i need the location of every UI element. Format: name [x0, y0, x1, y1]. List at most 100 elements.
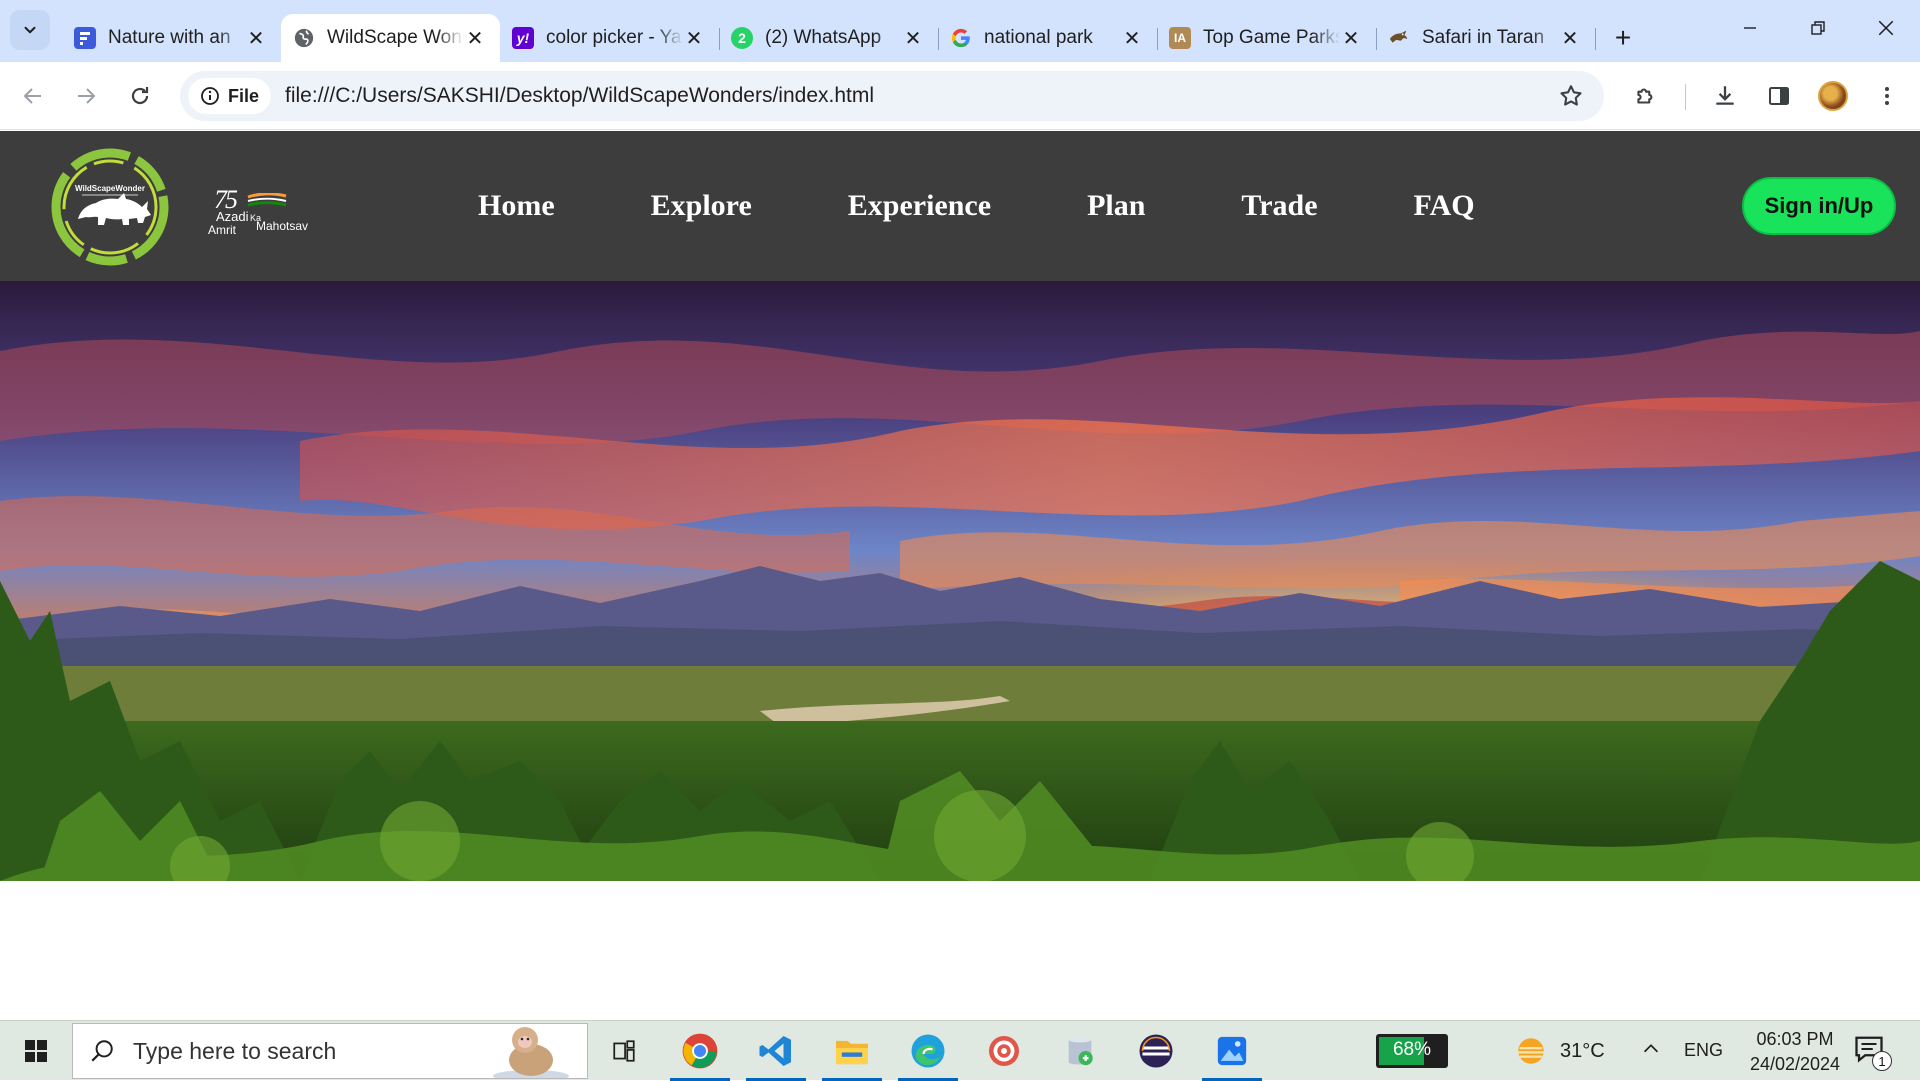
taskbar-photos[interactable]	[1196, 1021, 1268, 1081]
taskbar-app-installer[interactable]	[1044, 1021, 1116, 1081]
system-clock[interactable]: 06:03 PM 24/02/2024	[1732, 1027, 1858, 1077]
side-panel-icon	[1769, 87, 1789, 105]
notification-count: 1	[1872, 1051, 1892, 1071]
notification-center-button[interactable]: 1	[1854, 1035, 1892, 1071]
ia-icon: IA	[1169, 27, 1191, 49]
taskbar-file-explorer[interactable]	[816, 1021, 888, 1081]
sign-in-up-button[interactable]: Sign in/Up	[1742, 177, 1896, 235]
taskbar-app-target[interactable]	[968, 1021, 1040, 1081]
close-icon[interactable]: ✕	[1121, 27, 1143, 50]
close-icon[interactable]: ✕	[902, 27, 924, 50]
temperature: 31°C	[1560, 1039, 1605, 1062]
task-view-icon	[613, 1040, 635, 1062]
url-text[interactable]: file:///C:/Users/SAKSHI/Desktop/WildScap…	[285, 84, 874, 108]
input-language[interactable]: ENG	[1684, 1040, 1723, 1061]
tab-nature[interactable]: Nature with an ✕	[62, 14, 282, 62]
chevron-up-icon[interactable]	[1640, 1038, 1662, 1065]
nav-experience[interactable]: Experience	[848, 189, 991, 223]
nav-plan[interactable]: Plan	[1087, 189, 1145, 223]
restore-icon	[1811, 21, 1825, 35]
close-window-button[interactable]	[1852, 0, 1920, 56]
azadi-line3: Mahotsav	[256, 219, 309, 233]
minimize-icon	[1744, 27, 1756, 29]
bookmark-star-icon[interactable]	[1558, 83, 1584, 114]
forward-button[interactable]	[66, 76, 106, 116]
minimize-button[interactable]	[1716, 0, 1784, 56]
safari-icon	[1388, 27, 1410, 49]
tab-title: (2) WhatsApp	[765, 27, 882, 48]
tab-safari[interactable]: Safari in Taran ✕	[1376, 14, 1596, 62]
tab-list: Nature with an ✕ WildScape Wonders ✕ y! …	[62, 0, 1643, 62]
haze-sun-icon	[1514, 1034, 1548, 1068]
site-chip-label: File	[228, 85, 260, 106]
side-panel-button[interactable]	[1759, 76, 1799, 116]
weather-widget[interactable]: 31°C	[1514, 1021, 1605, 1081]
nav-explore[interactable]: Explore	[651, 189, 752, 223]
profile-button[interactable]	[1813, 76, 1853, 116]
nav-trade[interactable]: Trade	[1241, 189, 1317, 223]
taskbar-edge[interactable]	[892, 1021, 964, 1081]
taskbar-chrome[interactable]	[664, 1021, 736, 1081]
reload-icon	[131, 87, 149, 105]
start-button[interactable]	[0, 1021, 72, 1081]
tab-top-game-parks[interactable]: IA Top Game Parks ✕	[1157, 14, 1377, 62]
back-button[interactable]	[13, 76, 53, 116]
extensions-button[interactable]	[1626, 76, 1666, 116]
puzzle-icon	[1637, 88, 1653, 104]
menu-button[interactable]	[1867, 76, 1907, 116]
window-controls	[1716, 0, 1920, 56]
tab-color-picker[interactable]: y! color picker - Yahoo ✕	[500, 14, 720, 62]
main-navigation: Home Explore Experience Plan Trade FAQ	[478, 131, 1475, 281]
battery-percent: 68%	[1392, 1039, 1432, 1060]
address-bar[interactable]: File file:///C:/Users/SAKSHI/Desktop/Wil…	[180, 71, 1604, 121]
close-icon[interactable]: ✕	[1340, 27, 1362, 50]
download-icon	[1716, 86, 1734, 105]
new-tab-button[interactable]: +	[1603, 18, 1643, 58]
forms-icon	[74, 27, 96, 49]
tab-title: color picker - Yahoo	[546, 27, 683, 48]
downloads-button[interactable]	[1705, 76, 1745, 116]
hero-landscape-image	[0, 281, 1920, 881]
site-info-chip[interactable]: File	[188, 78, 272, 114]
whatsapp-icon: 2	[731, 27, 753, 49]
taskbar-vscode[interactable]	[740, 1021, 812, 1081]
nav-faq[interactable]: FAQ	[1414, 189, 1475, 223]
eclipse-icon	[1139, 1034, 1173, 1068]
close-icon[interactable]: ✕	[245, 27, 267, 50]
google-icon	[950, 27, 972, 49]
reload-button[interactable]	[120, 76, 160, 116]
restore-button[interactable]	[1784, 0, 1852, 56]
tab-title: WildScape Wonders	[327, 27, 464, 48]
monkey-illustration-icon	[493, 1027, 569, 1078]
tab-whatsapp[interactable]: 2 (2) WhatsApp ✕	[719, 14, 939, 62]
yahoo-icon: y!	[512, 27, 534, 49]
chrome-icon	[682, 1033, 718, 1069]
tab-wildscape[interactable]: WildScape Wonders ✕	[281, 14, 500, 62]
rhino-icon	[78, 193, 151, 225]
browser-toolbar: File file:///C:/Users/SAKSHI/Desktop/Wil…	[0, 62, 1920, 130]
tab-title: Safari in Taran	[1422, 27, 1545, 48]
taskbar-eclipse[interactable]	[1120, 1021, 1192, 1081]
tab-search-button[interactable]	[10, 10, 50, 50]
logo-text: WildScapeWonder	[75, 184, 145, 193]
info-icon	[200, 86, 220, 106]
battery-indicator[interactable]: 68%	[1376, 1034, 1448, 1068]
installer-icon	[1068, 1036, 1093, 1066]
tab-title: Nature with an	[108, 27, 231, 48]
close-icon[interactable]: ✕	[464, 27, 486, 50]
taskbar-search[interactable]: Type here to search	[72, 1023, 588, 1079]
task-view-button[interactable]	[588, 1021, 660, 1081]
close-icon[interactable]: ✕	[1559, 27, 1581, 50]
kebab-menu-icon	[1885, 87, 1889, 105]
search-icon	[89, 1038, 115, 1064]
azadi-line1: Azadi	[216, 209, 249, 224]
tab-national-park[interactable]: national park ✕	[938, 14, 1158, 62]
nav-home[interactable]: Home	[478, 189, 555, 223]
tab-title: Top Game Parks	[1203, 27, 1340, 48]
site-logo[interactable]: WildScapeWonder	[48, 145, 172, 269]
close-icon[interactable]: ✕	[683, 27, 705, 50]
edge-icon	[911, 1034, 945, 1068]
search-placeholder: Type here to search	[133, 1037, 337, 1064]
azadi-line2: Amrit	[208, 223, 236, 237]
tab-separator	[1595, 28, 1596, 50]
